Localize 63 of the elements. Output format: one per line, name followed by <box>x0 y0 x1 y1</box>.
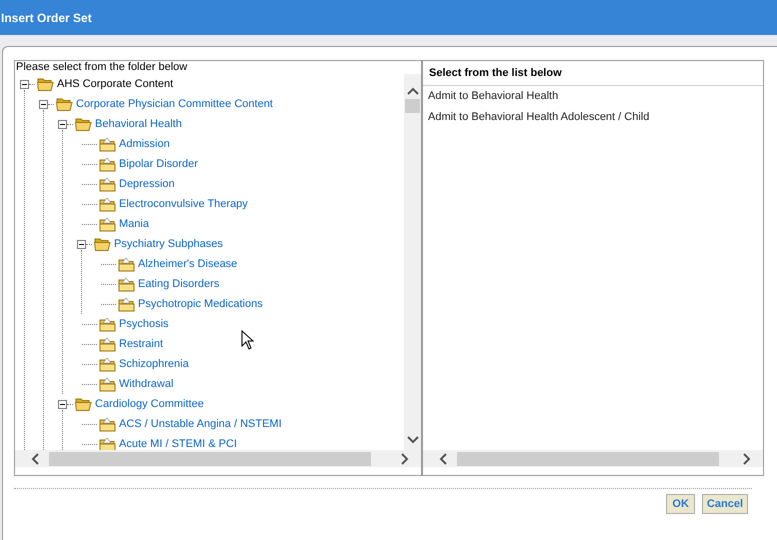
folder-icon <box>99 196 116 212</box>
tree-item[interactable]: Corporate Physician Committee Content <box>76 98 273 110</box>
tree-item[interactable]: Cardiology Committee <box>95 398 204 410</box>
open-folder-icon <box>94 237 111 251</box>
folder-icon <box>99 416 116 432</box>
collapse-toggle-icon[interactable] <box>20 80 29 88</box>
tree-item[interactable]: Electroconvulsive Therapy <box>119 198 248 210</box>
tree-item[interactable]: Withdrawal <box>119 378 174 390</box>
folder-icon <box>99 336 116 352</box>
scroll-right-icon[interactable] <box>401 452 409 464</box>
open-folder-icon <box>56 97 73 111</box>
scroll-up-icon[interactable] <box>406 87 418 95</box>
open-folder-icon <box>37 77 54 91</box>
tree-item[interactable]: Mania <box>119 218 149 230</box>
scroll-thumb[interactable] <box>405 99 420 113</box>
vertical-scrollbar[interactable] <box>404 74 421 450</box>
folder-icon <box>118 276 135 292</box>
folder-icon <box>99 376 116 392</box>
folder-icon <box>99 156 116 172</box>
horizontal-scrollbar[interactable] <box>423 450 763 467</box>
scroll-thumb[interactable] <box>457 452 719 466</box>
tree-item[interactable]: Schizophrenia <box>119 358 189 370</box>
tree-item[interactable]: Restraint <box>119 338 164 350</box>
folder-icon <box>118 256 135 272</box>
folder-icon <box>118 296 135 312</box>
folder-icon <box>99 216 116 232</box>
pane-heading: Please select from the folder below <box>15 61 188 73</box>
tree-item[interactable]: Depression <box>119 178 175 190</box>
open-folder-icon <box>75 397 92 411</box>
tree-item[interactable]: Acute MI / STEMI & PCI <box>119 438 237 450</box>
collapse-toggle-icon[interactable] <box>58 120 67 128</box>
folder-icon <box>99 436 116 450</box>
pane-heading: Select from the list below <box>423 61 763 86</box>
tree-item[interactable]: Behavioral Health <box>95 118 182 130</box>
collapse-toggle-icon[interactable] <box>77 240 86 248</box>
scroll-down-icon[interactable] <box>406 436 418 444</box>
scroll-left-icon[interactable] <box>31 452 39 464</box>
open-folder-icon <box>75 117 92 131</box>
folder-icon <box>99 136 116 152</box>
tree-item[interactable]: Psychotropic Medications <box>138 298 263 310</box>
tree-item[interactable]: Psychiatry Subphases <box>114 238 223 250</box>
tree-item[interactable]: Psychosis <box>119 318 169 330</box>
tree-item[interactable]: Admission <box>119 138 170 150</box>
horizontal-scrollbar[interactable] <box>15 450 421 467</box>
tree-item[interactable]: Eating Disorders <box>138 278 220 290</box>
window-title: Insert Order Set <box>0 10 92 24</box>
list-item[interactable]: Admit to Behavioral Health <box>423 89 763 110</box>
cancel-button[interactable]: Cancel <box>702 494 748 514</box>
folder-icon <box>99 316 116 332</box>
collapse-toggle-icon[interactable] <box>39 100 48 108</box>
tree-item[interactable]: Bipolar Disorder <box>119 158 198 170</box>
folder-icon <box>99 356 116 372</box>
scroll-left-icon[interactable] <box>439 452 447 464</box>
scroll-right-icon[interactable] <box>743 452 751 464</box>
scroll-thumb[interactable] <box>49 452 371 466</box>
tree-item[interactable]: ACS / Unstable Angina / NSTEMI <box>119 418 282 430</box>
tree-item[interactable]: AHS Corporate Content <box>57 78 174 90</box>
folder-icon <box>99 176 116 192</box>
ok-button[interactable]: OK <box>666 494 695 514</box>
mouse-pointer-icon <box>241 330 254 350</box>
collapse-toggle-icon[interactable] <box>58 400 67 408</box>
list-item[interactable]: Admit to Behavioral Health Adolescent / Child <box>423 110 763 131</box>
tree-item[interactable]: Alzheimer's Disease <box>138 258 238 270</box>
